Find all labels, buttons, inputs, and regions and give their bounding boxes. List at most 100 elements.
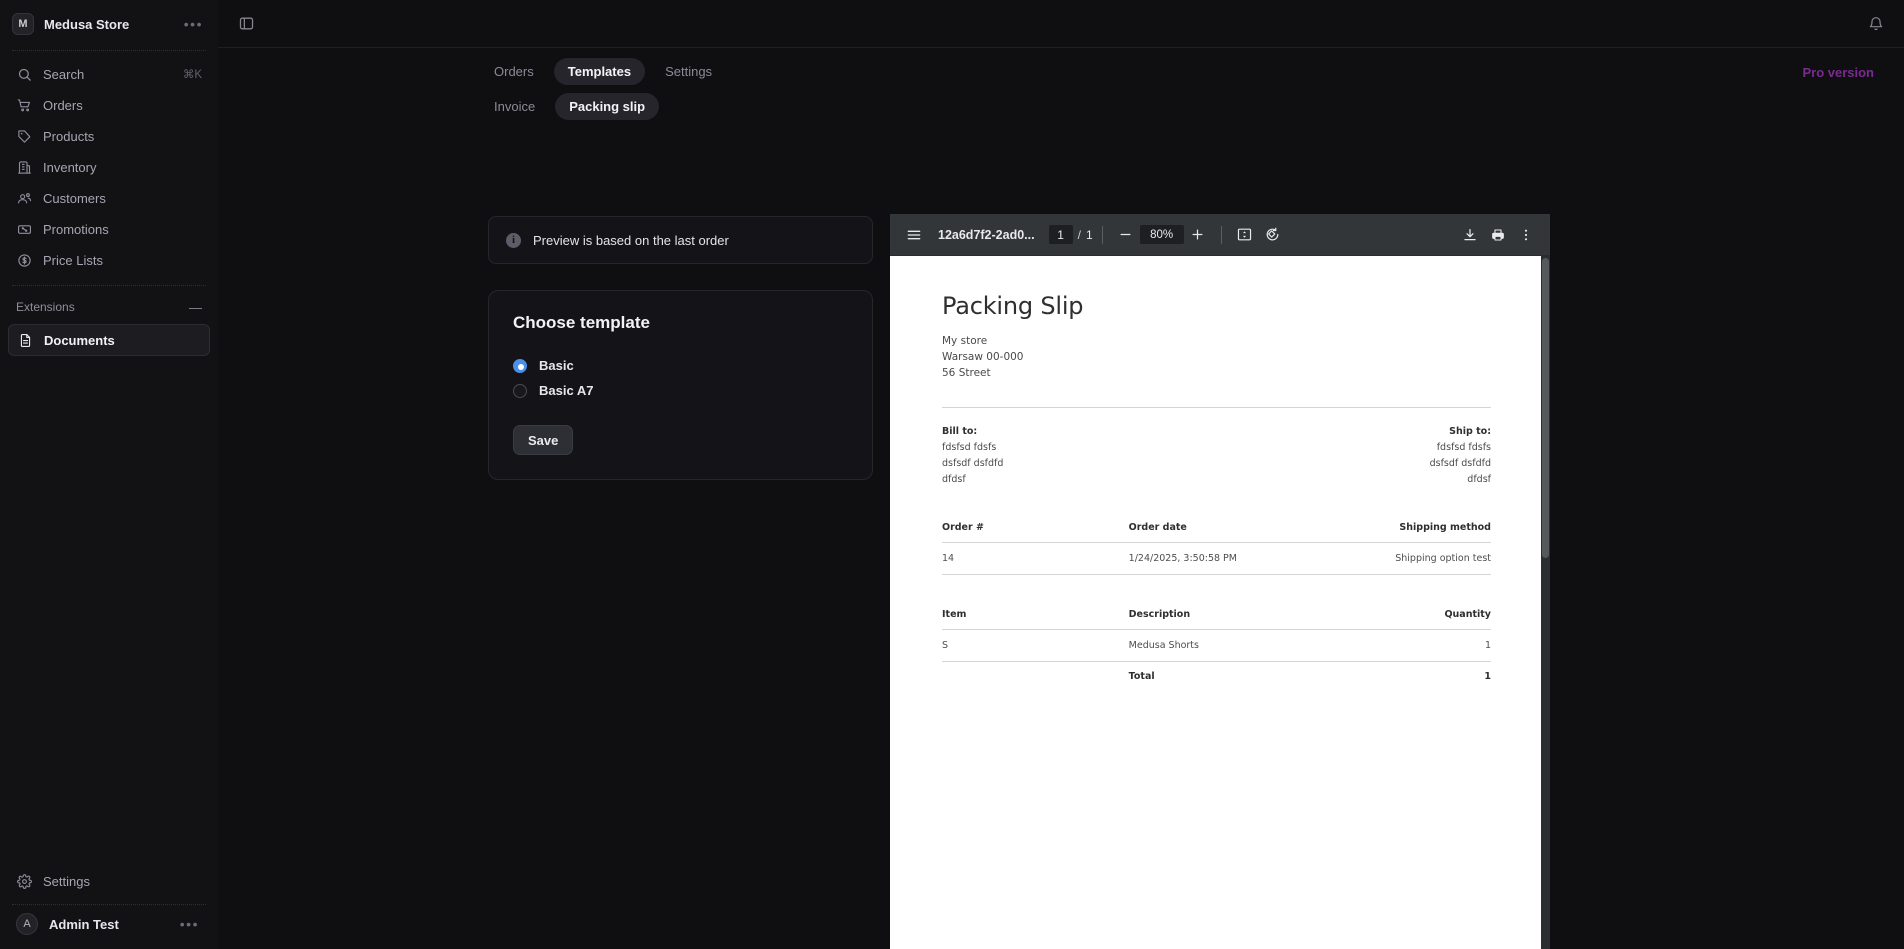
user-name: Admin Test (49, 916, 119, 932)
column-header-description: Description (1128, 609, 1349, 630)
pro-version-link[interactable]: Pro version (1802, 65, 1874, 80)
info-banner-text: Preview is based on the last order (533, 232, 729, 248)
dollar-circle-icon (16, 252, 32, 268)
table-total-row: Total 1 (942, 662, 1491, 693)
cart-icon (16, 97, 32, 113)
top-bar (218, 0, 1904, 48)
extensions-section-header[interactable]: Extensions — (0, 292, 218, 322)
search-icon (16, 66, 32, 82)
extensions-nav: Documents (0, 322, 218, 356)
cell-item: S (942, 629, 1129, 662)
zoom-out-icon[interactable] (1112, 221, 1140, 249)
download-icon[interactable] (1456, 221, 1484, 249)
print-icon[interactable] (1484, 221, 1512, 249)
tab-orders[interactable]: Orders (480, 58, 548, 85)
pdf-toolbar-divider-2 (1220, 225, 1222, 244)
sidebar: M Medusa Store ••• Search ⌘K Orders Prod… (0, 0, 218, 949)
hamburger-menu-icon[interactable] (900, 221, 928, 249)
user-menu[interactable]: A Admin Test ••• (8, 907, 210, 941)
sidebar-item-label: Search (43, 66, 85, 82)
sidebar-divider-user (12, 904, 206, 905)
ticket-percent-icon (16, 221, 32, 237)
panel-left-icon[interactable] (232, 10, 260, 38)
radio-basic-a7[interactable] (513, 383, 527, 398)
template-option-label: Basic A7 (539, 383, 594, 398)
pdf-scrollbar-thumb[interactable] (1542, 258, 1549, 558)
sidebar-item-products[interactable]: Products (8, 121, 210, 151)
column-header-quantity: Quantity (1348, 609, 1491, 630)
extensions-title: Extensions (16, 300, 75, 314)
store-avatar: M (12, 13, 34, 35)
sidebar-item-price-lists[interactable]: Price Lists (8, 245, 210, 275)
save-button[interactable]: Save (513, 425, 574, 455)
store-name: Medusa Store (44, 16, 130, 32)
line-items-table: Item Description Quantity S Medusa Short… (942, 609, 1491, 692)
minus-icon[interactable]: — (189, 301, 202, 314)
store-line: Warsaw 00-000 (942, 351, 1024, 363)
pdf-scrollbar[interactable] (1541, 256, 1550, 949)
column-header-shipping-method: Shipping method (1348, 522, 1491, 543)
info-icon: i (506, 232, 521, 248)
bill-to-block: Bill to: fdsfsd fdsfs dsfsdf dsfdfd dfds… (942, 424, 1003, 488)
pdf-filename: 12a6d7f2-2ad0... (938, 227, 1035, 242)
ship-to-heading: Ship to: (1449, 426, 1491, 437)
table-row: S Medusa Shorts 1 (942, 629, 1491, 662)
tab-templates[interactable]: Templates (553, 58, 646, 85)
radio-basic[interactable] (513, 358, 527, 373)
bill-to-line: dsfsdf dsfdfd (942, 458, 1004, 469)
pdf-page-input[interactable]: 1 (1048, 225, 1073, 244)
sidebar-item-label: Documents (44, 332, 115, 348)
avatar: A (16, 913, 38, 935)
cell-description: Medusa Shorts (1128, 629, 1349, 662)
total-label: Total (1128, 671, 1155, 682)
sidebar-item-inventory[interactable]: Inventory (8, 152, 210, 182)
gear-icon (16, 873, 32, 889)
store-address-block: My store Warsaw 00-000 56 Street (942, 333, 1491, 381)
main-area: Pro version Orders Templates Settings In… (218, 0, 1904, 949)
sidebar-item-customers[interactable]: Customers (8, 183, 210, 213)
vertical-ellipsis-icon[interactable] (1512, 221, 1540, 249)
tab-invoice[interactable]: Invoice (480, 93, 549, 120)
bell-icon[interactable] (1862, 10, 1890, 38)
sidebar-item-label: Customers (43, 190, 106, 206)
sidebar-item-label: Products (43, 128, 95, 144)
store-ellipsis-icon[interactable]: ••• (181, 17, 206, 31)
document-icon (17, 332, 33, 348)
pdf-zoom-input[interactable]: 80% (1139, 225, 1184, 244)
bill-to-line: dfdsf (942, 474, 966, 485)
sidebar-item-promotions[interactable]: Promotions (8, 214, 210, 244)
store-line: My store (942, 335, 988, 347)
ship-to-line: fdsfsd fdsfs (1436, 442, 1491, 453)
pdf-canvas-area: Packing Slip My store Warsaw 00-000 56 S… (890, 256, 1550, 949)
total-value: 1 (1484, 671, 1491, 682)
sidebar-item-settings[interactable]: Settings (8, 866, 210, 896)
sidebar-item-orders[interactable]: Orders (8, 90, 210, 120)
fit-page-icon[interactable] (1231, 221, 1259, 249)
pdf-toolbar: 12a6d7f2-2ad0... 1 / 1 80% (890, 214, 1550, 256)
store-line: 56 Street (942, 367, 991, 379)
document-title: Packing Slip (942, 292, 1084, 320)
tag-icon (16, 128, 32, 144)
sidebar-item-search[interactable]: Search ⌘K (8, 59, 210, 89)
cell-empty (942, 662, 1129, 693)
sidebar-item-documents[interactable]: Documents (8, 324, 210, 356)
card-title: Choose template (513, 313, 650, 332)
sidebar-item-label: Promotions (43, 221, 109, 237)
document-divider (942, 407, 1491, 408)
zoom-in-icon[interactable] (1184, 221, 1212, 249)
tab-settings[interactable]: Settings (651, 58, 726, 85)
secondary-tabs: Invoice Packing slip (218, 85, 1904, 120)
sidebar-item-label: Price Lists (43, 252, 103, 268)
pdf-page: Packing Slip My store Warsaw 00-000 56 S… (890, 256, 1543, 949)
rotate-icon[interactable] (1259, 221, 1287, 249)
user-ellipsis-icon[interactable]: ••• (177, 917, 202, 931)
preview-info-banner: i Preview is based on the last order (488, 216, 873, 264)
users-icon (16, 190, 32, 206)
building-icon (16, 159, 32, 175)
column-header-order-number: Order # (942, 522, 1129, 543)
search-shortcut: ⌘K (182, 69, 202, 81)
template-option-basic-a7[interactable]: Basic A7 (513, 378, 848, 403)
template-option-basic[interactable]: Basic (513, 353, 848, 378)
store-switcher[interactable]: M Medusa Store ••• (0, 0, 218, 48)
tab-packing-slip[interactable]: Packing slip (555, 93, 660, 120)
